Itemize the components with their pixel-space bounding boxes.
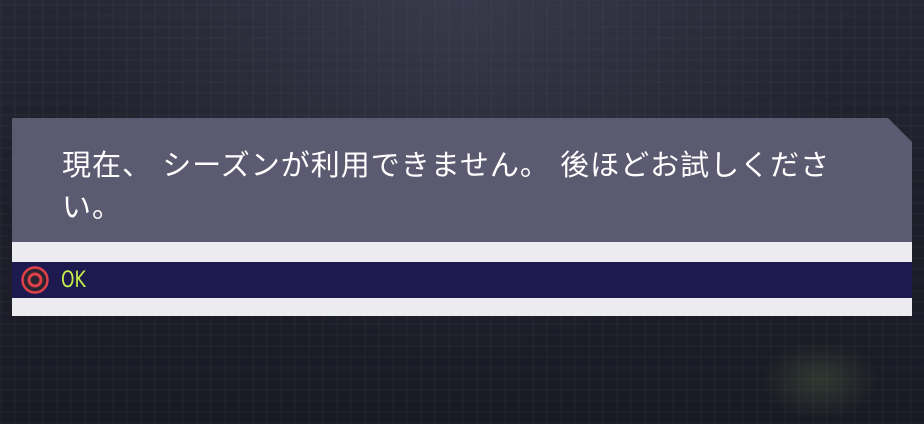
alert-dialog: 現在、 シーズンが利用できません。 後ほどお試しください。 OK xyxy=(12,118,912,316)
ok-option-label: OK xyxy=(61,267,86,293)
message-panel: 現在、 シーズンが利用できません。 後ほどお試しください。 xyxy=(12,118,912,242)
dialog-message: 現在、 シーズンが利用できません。 後ほどお試しください。 xyxy=(62,148,831,224)
ok-option[interactable]: OK xyxy=(12,262,912,298)
circle-button-icon xyxy=(21,266,49,294)
background-light xyxy=(760,340,880,420)
options-panel: OK xyxy=(12,242,912,316)
